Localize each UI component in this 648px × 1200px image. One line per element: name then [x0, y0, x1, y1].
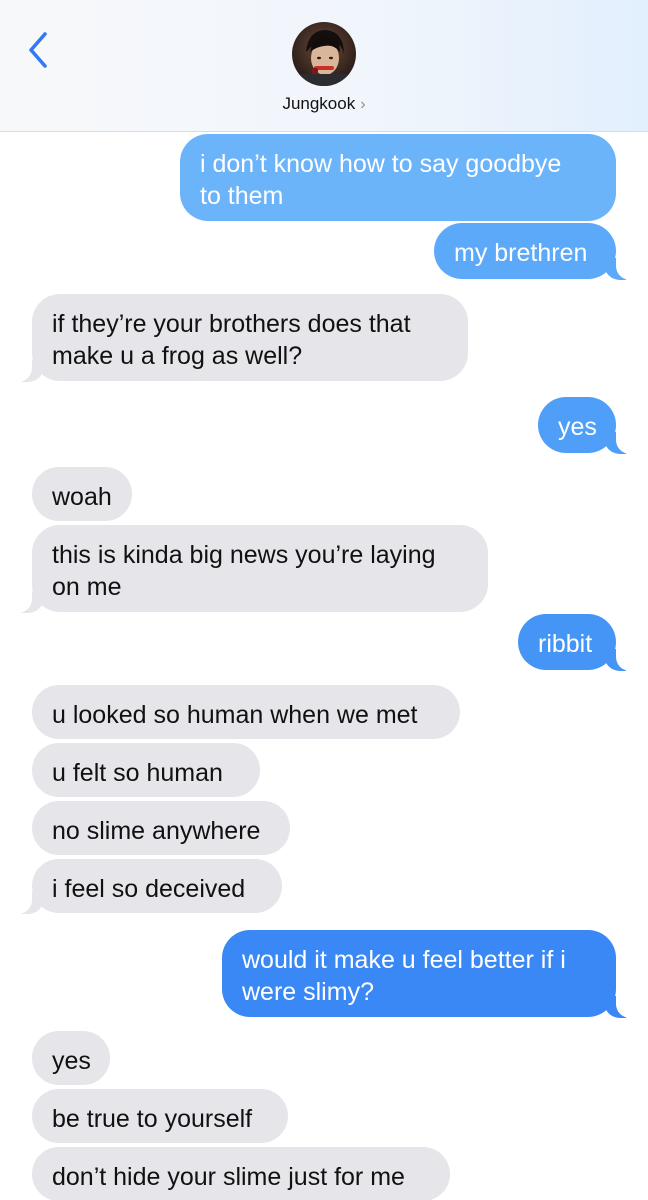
message-bubble-sent[interactable]: would it make u feel better if i were sl… — [222, 930, 616, 1017]
message-bubble-sent[interactable]: i don’t know how to say goodbye to them — [180, 134, 616, 221]
message-bubble-received[interactable]: u looked so human when we met — [32, 685, 460, 739]
message-bubble-received[interactable]: this is kinda big news you’re laying on … — [32, 525, 488, 612]
message-bubble-received[interactable]: don’t hide your slime just for me — [32, 1147, 450, 1200]
message-bubble-received[interactable]: i feel so deceived — [32, 859, 282, 913]
message-bubble-received[interactable]: yes — [32, 1031, 110, 1085]
contact-name-button[interactable]: Jungkook › — [0, 94, 648, 114]
back-button[interactable] — [18, 28, 58, 72]
message-bubble-sent[interactable]: my brethren — [434, 223, 616, 279]
conversation-header: Jungkook › — [0, 0, 648, 132]
message-bubble-sent[interactable]: ribbit — [518, 614, 616, 670]
contact-name: Jungkook — [282, 94, 356, 113]
bubble-tail — [604, 254, 636, 280]
bubble-tail — [604, 992, 636, 1018]
contact-avatar[interactable] — [292, 22, 356, 86]
message-bubble-received[interactable]: woah — [32, 467, 132, 521]
bubble-tail — [12, 888, 44, 914]
bubble-tail — [604, 645, 636, 671]
bubble-tail — [12, 587, 44, 613]
message-bubble-received[interactable]: if they’re your brothers does that make … — [32, 294, 468, 381]
message-bubble-sent[interactable]: yes — [538, 397, 616, 453]
bubble-tail — [604, 428, 636, 454]
message-bubble-received[interactable]: u felt so human — [32, 743, 260, 797]
chevron-right-icon: › — [360, 96, 366, 113]
message-thread: i don’t know how to say goodbye to them … — [0, 0, 648, 1200]
message-bubble-received[interactable]: no slime anywhere — [32, 801, 290, 855]
chevron-left-icon — [29, 32, 47, 68]
avatar-photo — [292, 22, 356, 86]
message-bubble-received[interactable]: be true to yourself — [32, 1089, 288, 1143]
bubble-tail — [12, 356, 44, 382]
